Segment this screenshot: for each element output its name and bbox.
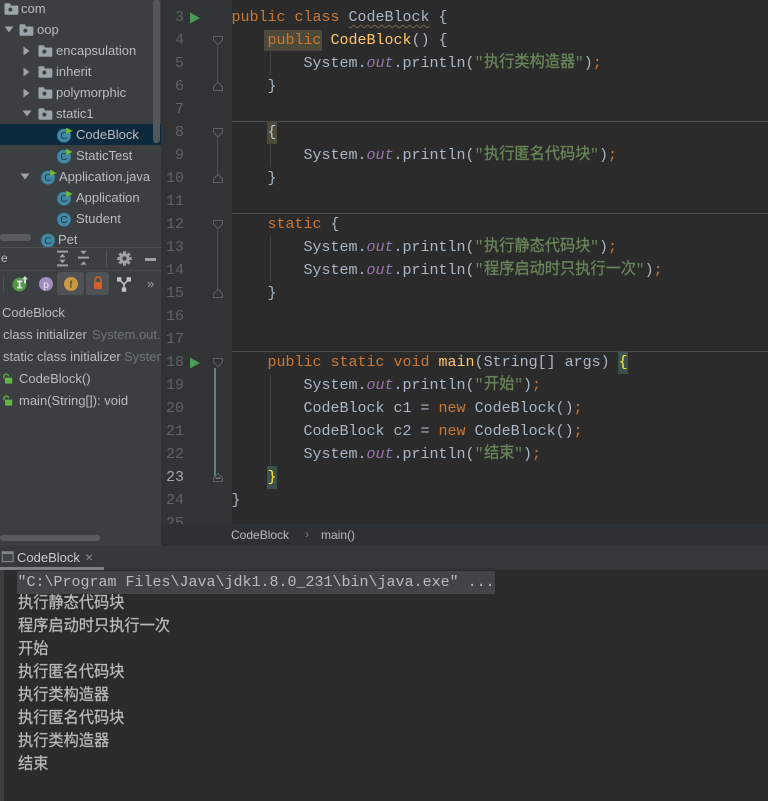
svg-text:C: C bbox=[60, 215, 67, 226]
svg-text:p: p bbox=[43, 279, 49, 291]
svg-text:C: C bbox=[44, 236, 51, 247]
svg-text:f: f bbox=[70, 279, 73, 291]
